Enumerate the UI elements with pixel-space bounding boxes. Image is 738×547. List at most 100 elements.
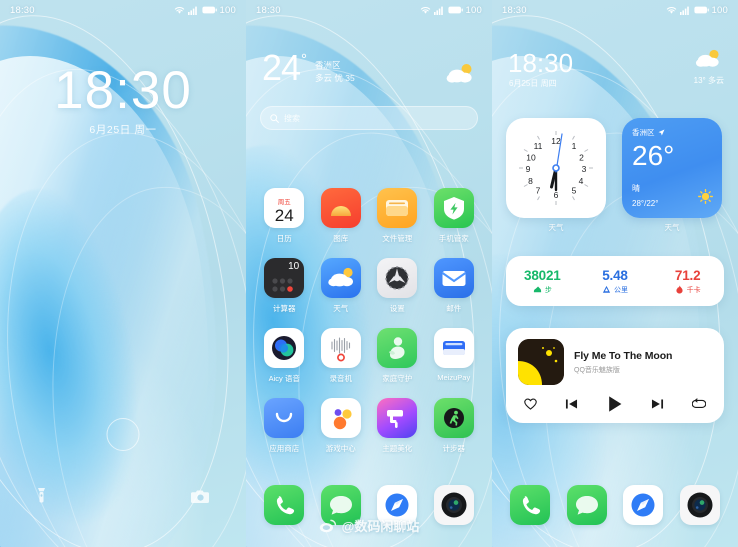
app-label: 录音机	[329, 374, 353, 383]
home-weather-widget[interactable]: 24° 香洲区 多云 优 35	[262, 50, 476, 89]
music-like-button[interactable]	[524, 398, 537, 410]
widget-screen-weather-summary[interactable]: 13° 多云	[694, 48, 724, 86]
music-info-row: Fly Me To The Moon QQ音乐魅族版	[518, 339, 712, 385]
mail-icon	[433, 258, 474, 298]
dock-messages-button[interactable]	[566, 485, 607, 525]
analog-clock-widget[interactable]: 12 1 2 3 45 6 78 9 10 11	[506, 118, 606, 218]
app-weather[interactable]: 天气	[313, 258, 370, 314]
aicy-voice-icon	[264, 328, 305, 368]
app-family-guard[interactable]: 家庭守护	[369, 328, 426, 384]
status-bar: 18:30 100	[246, 0, 492, 20]
app-store-icon	[264, 398, 305, 438]
search-input[interactable]: 搜索	[260, 106, 478, 130]
music-player-widget[interactable]: Fly Me To The Moon QQ音乐魅族版	[506, 328, 724, 423]
weather-widget-condition: 晴	[632, 184, 640, 193]
next-icon	[652, 399, 664, 409]
partly-cloudy-icon	[446, 64, 472, 83]
partly-cloudy-icon	[695, 49, 719, 67]
album-art-moon	[518, 339, 564, 385]
meizupay-icon	[433, 328, 474, 368]
app-gallery[interactable]: 图库	[313, 188, 370, 244]
app-file-manager[interactable]: 文件管理	[369, 188, 426, 244]
weibo-icon	[319, 519, 336, 532]
svg-text:4: 4	[579, 176, 584, 186]
fitness-stats-card[interactable]: 38021 步 5.48 公里 71.2 千卡	[506, 256, 724, 306]
weather-meta: 香洲区 多云 优 35	[315, 59, 355, 85]
search-icon	[270, 113, 279, 123]
fingerprint-ring[interactable]	[106, 418, 140, 451]
music-subtitle: QQ音乐魅族版	[574, 366, 620, 374]
messages-icon	[575, 496, 598, 515]
app-mail[interactable]: 邮件	[426, 258, 483, 314]
svg-text:3: 3	[582, 164, 587, 174]
app-aicy-voice[interactable]: Aicy 语音	[256, 328, 313, 384]
camera-shortcut-button[interactable]	[191, 489, 210, 509]
app-label: 计步器	[442, 444, 466, 453]
svg-text:6: 6	[554, 190, 559, 200]
stat-unit: 千卡	[686, 286, 701, 294]
widget-screen-date: 6月25日 周四	[509, 79, 557, 88]
clock-widget-caption: 天气	[548, 223, 564, 232]
widget-screen-panel: 18:30 100 18:30 6月25日 周四 13° 多云 12 1 2 3…	[492, 0, 738, 547]
music-repeat-button[interactable]	[692, 398, 706, 410]
weather-widget-location: 香洲区	[632, 128, 655, 137]
calendar-icon: 周五 24	[264, 188, 305, 228]
waveform-glyph	[331, 337, 350, 362]
status-icons: 100	[174, 5, 236, 16]
battery-percent: 100	[465, 4, 482, 16]
file-manager-icon	[377, 188, 418, 228]
phone-icon	[523, 496, 541, 515]
family-glyph	[389, 337, 405, 359]
svg-text:2: 2	[579, 153, 584, 163]
dock-browser-button[interactable]	[623, 485, 664, 525]
lock-clock: 18:30	[54, 61, 192, 120]
browser-compass-icon	[631, 493, 655, 517]
music-next-button[interactable]	[651, 398, 664, 410]
app-calendar[interactable]: 周五 24 日历	[256, 188, 313, 244]
stat-unit: 公里	[613, 286, 628, 294]
svg-text:11: 11	[534, 141, 543, 151]
calculator-display: 10	[288, 261, 300, 272]
status-time: 18:30	[10, 4, 35, 16]
app-theme[interactable]: 主题美化	[369, 398, 426, 454]
app-meizupay[interactable]: MeizuPay	[426, 328, 483, 384]
music-play-button[interactable]	[606, 395, 624, 413]
weather-temperature: 24°	[262, 50, 307, 86]
dock-camera-button[interactable]	[679, 485, 720, 525]
game-center-icon	[320, 398, 361, 438]
svg-text:7: 7	[536, 186, 541, 196]
battery-icon	[447, 6, 463, 14]
app-phone-manager[interactable]: 手机管家	[426, 188, 483, 244]
weather-summary-temp: 13°	[693, 76, 706, 85]
app-game-center[interactable]: 游戏中心	[313, 398, 370, 454]
camera-app-icon	[687, 492, 713, 518]
weather-location: 香洲区	[315, 60, 341, 70]
app-recorder[interactable]: 录音机	[313, 328, 370, 384]
wifi-icon	[666, 6, 676, 14]
pedometer-icon	[433, 398, 474, 438]
app-calculator[interactable]: 10 计算器	[256, 258, 313, 314]
status-bar: 18:30 100	[492, 0, 738, 20]
bag-glyph	[276, 412, 293, 423]
flashlight-button[interactable]	[36, 487, 47, 509]
phone-manager-icon	[433, 188, 474, 228]
home-screen-panel: 18:30 100 24° 香洲区 多云 优 35 搜索 周五 24 日历 图库…	[246, 0, 492, 547]
app-app-store[interactable]: 应用商店	[256, 398, 313, 454]
app-pedometer[interactable]: 计步器	[426, 398, 483, 454]
battery-percent: 100	[711, 4, 728, 16]
status-time: 18:30	[256, 4, 281, 16]
sun-icon	[698, 189, 713, 204]
weather-widget-range: 28°/22°	[632, 199, 659, 208]
dock-phone-button[interactable]	[510, 485, 551, 525]
music-previous-button[interactable]	[565, 398, 578, 410]
app-settings[interactable]: 设置	[369, 258, 426, 314]
paint-roller-glyph	[387, 410, 404, 428]
svg-text:1: 1	[572, 141, 577, 151]
music-controls	[518, 385, 712, 413]
widget-row-top: 12 1 2 345 678 9 10 11 天气 香洲区 26° 晴 28°/…	[506, 118, 724, 233]
location-arrow-icon	[658, 129, 664, 136]
app-label: 主题美化	[382, 444, 413, 453]
weather-widget-card[interactable]: 香洲区 26° 晴 28°/22°	[622, 118, 722, 218]
lock-screen-panel: 18:30 100 18:30 6月25日 周一	[0, 0, 246, 547]
gallery-glyph	[330, 206, 351, 216]
